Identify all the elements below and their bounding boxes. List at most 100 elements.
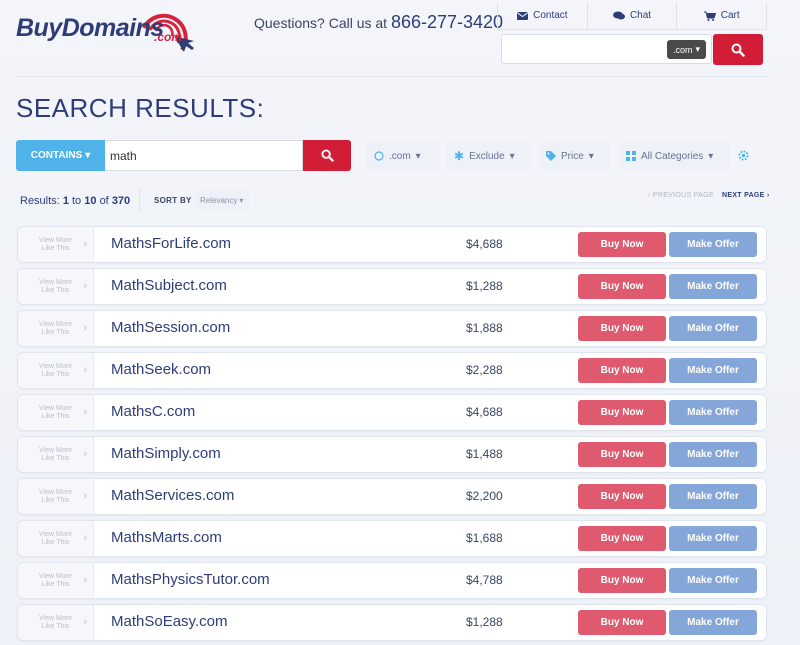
buy-now-button[interactable]: Buy Now	[578, 400, 666, 425]
filter-price[interactable]: Price ▾	[538, 142, 610, 170]
buy-now-button[interactable]: Buy Now	[578, 526, 666, 551]
filter-tld[interactable]: .com ▾	[366, 142, 440, 170]
result-row: View More Like This › MathSubject.com $1,…	[17, 268, 767, 305]
make-offer-button[interactable]: Make Offer	[669, 316, 757, 341]
meta-divider	[139, 188, 140, 212]
phone-number[interactable]: 866-277-3420	[391, 12, 503, 32]
chevron-down-icon: ▾	[415, 150, 421, 162]
nav-contact[interactable]: Contact	[497, 2, 587, 29]
view-more-like-this[interactable]: View More Like This ›	[18, 479, 94, 514]
logo-suffix: .com	[154, 30, 183, 44]
buy-now-button[interactable]: Buy Now	[578, 610, 666, 635]
chevron-right-icon: ›	[83, 238, 87, 250]
domain-name[interactable]: MathSeek.com	[111, 361, 211, 378]
view-more-label: View More Like This	[39, 320, 72, 336]
chevron-down-icon: ▾	[509, 150, 515, 162]
buy-now-button[interactable]: Buy Now	[578, 484, 666, 509]
view-more-like-this[interactable]: View More Like This ›	[18, 269, 94, 304]
gear-icon[interactable]	[738, 150, 749, 161]
domain-name[interactable]: MathsMarts.com	[111, 529, 222, 546]
buy-now-button[interactable]: Buy Now	[578, 316, 666, 341]
search-query-value: math	[110, 148, 137, 163]
search-input[interactable]: math	[105, 140, 303, 171]
make-offer-button[interactable]: Make Offer	[669, 358, 757, 383]
top-nav: Contact Chat Cart	[497, 2, 768, 30]
results-list: View More Like This › MathsForLife.com $4…	[17, 226, 767, 645]
next-page-link[interactable]: NEXT PAGE ›	[722, 192, 770, 199]
domain-name[interactable]: MathSimply.com	[111, 445, 221, 462]
domain-price: $1,488	[466, 447, 503, 461]
domain-name[interactable]: MathsForLife.com	[111, 235, 231, 252]
filter-categories-label: All Categories	[641, 150, 704, 162]
buy-now-button[interactable]: Buy Now	[578, 568, 666, 593]
make-offer-button[interactable]: Make Offer	[669, 526, 757, 551]
phone-contact: Questions? Call us at 866-277-3420	[254, 12, 503, 33]
filter-tld-label: .com	[389, 150, 411, 162]
nav-chat[interactable]: Chat	[586, 2, 677, 29]
result-row: View More Like This › MathServices.com $2…	[17, 478, 767, 515]
previous-page-link[interactable]: ‹ PREVIOUS PAGE	[648, 192, 714, 199]
search-mode-dropdown[interactable]: CONTAINS ▾	[16, 140, 105, 171]
domain-price: $2,288	[466, 363, 503, 377]
domain-price: $1,288	[466, 615, 503, 629]
buy-now-button[interactable]: Buy Now	[578, 274, 666, 299]
domain-price: $1,888	[466, 321, 503, 335]
make-offer-button[interactable]: Make Offer	[669, 610, 757, 635]
filter-categories[interactable]: All Categories ▾	[618, 142, 730, 170]
nav-cart-label: Cart	[720, 10, 740, 21]
results-of-word: of	[99, 195, 109, 207]
view-more-like-this[interactable]: View More Like This ›	[18, 521, 94, 556]
nav-chat-label: Chat	[629, 10, 652, 21]
tld-select[interactable]: .com ▾	[666, 40, 706, 59]
view-more-like-this[interactable]: View More Like This ›	[18, 437, 94, 472]
results-total: 370	[111, 195, 131, 207]
make-offer-button[interactable]: Make Offer	[669, 232, 757, 257]
chevron-down-icon: ▾	[708, 150, 714, 162]
chevron-right-icon: ›	[83, 280, 87, 292]
result-row: View More Like This › MathsPhysicsTutor.c…	[17, 562, 767, 599]
domain-name[interactable]: MathsC.com	[111, 403, 195, 420]
domain-name[interactable]: MathSession.com	[111, 319, 230, 336]
buy-now-button[interactable]: Buy Now	[578, 442, 666, 467]
view-more-label: View More Like This	[39, 362, 72, 378]
chevron-right-icon: ›	[83, 406, 87, 418]
view-more-like-this[interactable]: View More Like This ›	[18, 563, 94, 598]
buy-now-button[interactable]: Buy Now	[578, 232, 666, 257]
buy-now-button[interactable]: Buy Now	[578, 358, 666, 383]
domain-price: $2,200	[466, 489, 503, 503]
make-offer-button[interactable]: Make Offer	[669, 568, 757, 593]
sort-dropdown[interactable]: Relevancy ▾	[194, 190, 250, 210]
domain-name[interactable]: MathsPhysicsTutor.com	[111, 571, 270, 588]
domain-name[interactable]: MathSubject.com	[111, 277, 227, 294]
search-button[interactable]	[303, 140, 351, 171]
view-more-like-this[interactable]: View More Like This ›	[18, 605, 94, 640]
header-search-input[interactable]: .com ▾	[501, 34, 712, 64]
view-more-label: View More Like This	[39, 530, 72, 546]
view-more-like-this[interactable]: View More Like This ›	[18, 353, 94, 388]
nav-cart[interactable]: Cart	[676, 2, 768, 29]
make-offer-button[interactable]: Make Offer	[669, 442, 757, 467]
result-row: View More Like This › MathSeek.com $2,288…	[17, 352, 767, 389]
filter-exclude[interactable]: ✱ Exclude ▾	[446, 142, 532, 170]
make-offer-button[interactable]: Make Offer	[669, 484, 757, 509]
results-count: Results: 1 to 10 of 370	[20, 195, 130, 207]
header-search-button[interactable]	[713, 34, 763, 65]
view-more-label: View More Like This	[39, 488, 72, 504]
domain-name[interactable]: MathSoEasy.com	[111, 613, 227, 630]
view-more-like-this[interactable]: View More Like This ›	[18, 227, 94, 262]
logo[interactable]: BuyDomains .com	[16, 6, 194, 56]
result-row: View More Like This › MathSession.com $1,…	[17, 310, 767, 347]
page-title: SEARCH RESULTS:	[16, 93, 265, 123]
domain-price: $1,288	[466, 279, 503, 293]
domain-name[interactable]: MathServices.com	[111, 487, 234, 504]
view-more-label: View More Like This	[39, 404, 72, 420]
chevron-right-icon: ›	[83, 532, 87, 544]
result-row: View More Like This › MathSimply.com $1,4…	[17, 436, 767, 473]
cart-icon	[703, 11, 716, 21]
view-more-like-this[interactable]: View More Like This ›	[18, 395, 94, 430]
make-offer-button[interactable]: Make Offer	[669, 400, 757, 425]
results-from: 1	[62, 195, 69, 207]
nav-contact-label: Contact	[533, 10, 568, 21]
view-more-like-this[interactable]: View More Like This ›	[18, 311, 94, 346]
make-offer-button[interactable]: Make Offer	[669, 274, 757, 299]
